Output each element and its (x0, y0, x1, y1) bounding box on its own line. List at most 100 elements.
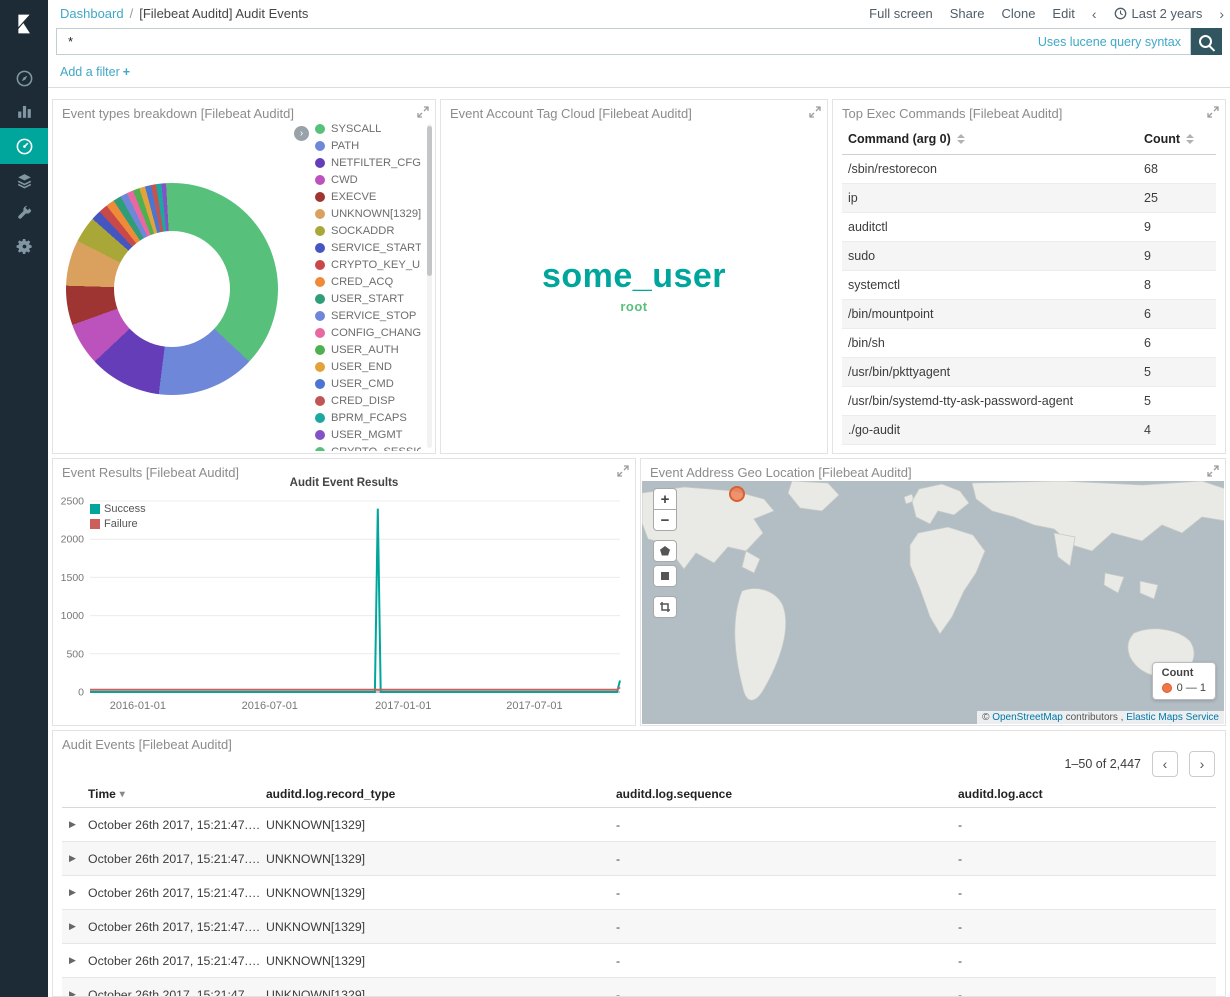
sidebar-item-discover[interactable] (0, 62, 48, 95)
search-button[interactable] (1191, 28, 1222, 55)
sidebar-item-visualize[interactable] (0, 95, 48, 128)
sidebar-item-timelion[interactable] (0, 164, 48, 197)
column-label: Count (1144, 132, 1180, 146)
svg-text:0: 0 (78, 687, 84, 699)
legend-label: PATH (331, 140, 359, 152)
time-back-icon[interactable]: ‹ (1092, 7, 1097, 21)
legend-item[interactable]: CWD (315, 171, 421, 188)
expand-row-icon[interactable]: ▶ (62, 921, 88, 932)
legend-item[interactable]: CONFIG_CHANGE (315, 324, 421, 341)
expand-row-icon[interactable]: ▶ (62, 989, 88, 997)
legend-item[interactable]: USER_CMD (315, 375, 421, 392)
legend-item[interactable]: PATH (315, 137, 421, 154)
sequence-cell: - (616, 920, 958, 934)
query-input[interactable] (66, 33, 1030, 50)
legend-item[interactable]: SYSCALL (315, 120, 421, 137)
acct-column-header[interactable]: auditd.log.acct (958, 787, 1216, 801)
scrollbar-thumb[interactable] (427, 126, 432, 276)
geo-map[interactable]: + − Count (642, 481, 1224, 724)
legend-item[interactable]: SERVICE_STOP (315, 307, 421, 324)
legend-scrollbar[interactable] (427, 124, 432, 448)
count-cell: 8 (1138, 278, 1216, 292)
edit-button[interactable]: Edit (1052, 6, 1074, 21)
add-filter-button[interactable]: Add a filter+ (60, 65, 130, 79)
legend-item[interactable]: UNKNOWN[1329] (315, 205, 421, 222)
next-page-button[interactable]: › (1189, 751, 1215, 777)
sidebar-item-dashboard[interactable] (0, 128, 48, 164)
donut-chart[interactable] (66, 183, 278, 395)
expand-panel-icon[interactable] (617, 465, 629, 477)
tag-cloud-term[interactable]: some_user (542, 259, 726, 295)
legend-toggle-icon[interactable]: › (294, 126, 309, 141)
legend-item[interactable]: USER_MGMT (315, 426, 421, 443)
legend-item[interactable]: BPRM_FCAPS (315, 409, 421, 426)
count-column-header[interactable]: Count (1138, 132, 1216, 146)
lucene-syntax-link[interactable]: Uses lucene query syntax (1038, 35, 1181, 49)
sidebar-item-dev-tools[interactable] (0, 197, 48, 230)
expand-panel-icon[interactable] (809, 106, 821, 118)
zoom-out-button[interactable]: − (653, 509, 677, 531)
command-cell: /bin/sh (842, 336, 1138, 350)
expand-panel-icon[interactable] (1207, 106, 1219, 118)
time-range-label: Last 2 years (1132, 6, 1203, 21)
time-picker[interactable]: Last 2 years (1114, 6, 1203, 21)
geo-point-marker[interactable] (729, 486, 745, 502)
map-legend: Count 0 — 1 (1152, 662, 1216, 700)
expand-row-icon[interactable]: ▶ (62, 955, 88, 966)
expand-row-icon[interactable]: ▶ (62, 819, 88, 830)
pagination: 1–50 of 2,447 ‹ › (1065, 751, 1215, 777)
share-button[interactable]: Share (950, 6, 985, 21)
legend-item[interactable]: NETFILTER_CFG (315, 154, 421, 171)
legend-label: Failure (104, 518, 138, 530)
legend-item[interactable]: Success (90, 503, 146, 515)
kibana-logo-icon (9, 9, 39, 39)
clone-button[interactable]: Clone (1001, 6, 1035, 21)
count-cell: 9 (1138, 220, 1216, 234)
expand-row-icon[interactable]: ▶ (62, 853, 88, 864)
svg-text:500: 500 (66, 648, 84, 660)
crop-icon (659, 601, 671, 613)
breadcrumb-dashboard-link[interactable]: Dashboard (60, 6, 124, 21)
sequence-column-header[interactable]: auditd.log.sequence (616, 787, 958, 801)
table-row: auditctl9 (842, 213, 1216, 242)
dashboard-gauge-icon (15, 137, 34, 156)
legend-item[interactable]: USER_AUTH (315, 341, 421, 358)
draw-polygon-button[interactable] (653, 540, 677, 562)
command-column-header[interactable]: Command (arg 0) (842, 132, 1138, 146)
legend-item[interactable]: CRYPTO_KEY_USER (315, 256, 421, 273)
map-legend-title: Count (1162, 667, 1206, 679)
legend-item[interactable]: EXECVE (315, 188, 421, 205)
panel-geo-location: Event Address Geo Location [Filebeat Aud… (640, 458, 1226, 726)
legend-item[interactable]: SERVICE_START (315, 239, 421, 256)
rectangle-icon (659, 570, 671, 582)
legend-item[interactable]: SOCKADDR (315, 222, 421, 239)
previous-page-button[interactable]: ‹ (1152, 751, 1178, 777)
time-cell: October 26th 2017, 15:21:47.728 (88, 988, 266, 997)
elastic-maps-service-link[interactable]: Elastic Maps Service (1126, 712, 1219, 723)
time-forward-icon[interactable]: › (1219, 7, 1224, 21)
legend-swatch (315, 260, 325, 270)
legend-swatch (90, 519, 100, 529)
zoom-in-button[interactable]: + (653, 488, 677, 510)
expand-panel-icon[interactable] (1207, 465, 1219, 477)
legend-item[interactable]: CRED_ACQ (315, 273, 421, 290)
full-screen-button[interactable]: Full screen (869, 6, 933, 21)
kibana-logo[interactable] (0, 0, 48, 48)
sidebar-item-management[interactable] (0, 230, 48, 263)
bar-chart-icon (15, 102, 34, 121)
time-cell: October 26th 2017, 15:21:47.728 (88, 954, 266, 968)
expand-row-icon[interactable]: ▶ (62, 887, 88, 898)
legend-label: CONFIG_CHANGE (331, 327, 421, 339)
tag-cloud-term[interactable]: root (620, 300, 647, 314)
legend-item[interactable]: Failure (90, 518, 146, 530)
crop-bounds-button[interactable] (653, 596, 677, 618)
legend-item[interactable]: USER_START (315, 290, 421, 307)
time-column-header[interactable]: Time ▾ (88, 787, 266, 801)
draw-rectangle-button[interactable] (653, 565, 677, 587)
record-type-column-header[interactable]: auditd.log.record_type (266, 787, 616, 801)
legend-item[interactable]: USER_END (315, 358, 421, 375)
legend-item[interactable]: CRYPTO_SESSION (315, 443, 421, 451)
expand-panel-icon[interactable] (417, 106, 429, 118)
legend-item[interactable]: CRED_DISP (315, 392, 421, 409)
openstreetmap-link[interactable]: OpenStreetMap (992, 712, 1063, 723)
